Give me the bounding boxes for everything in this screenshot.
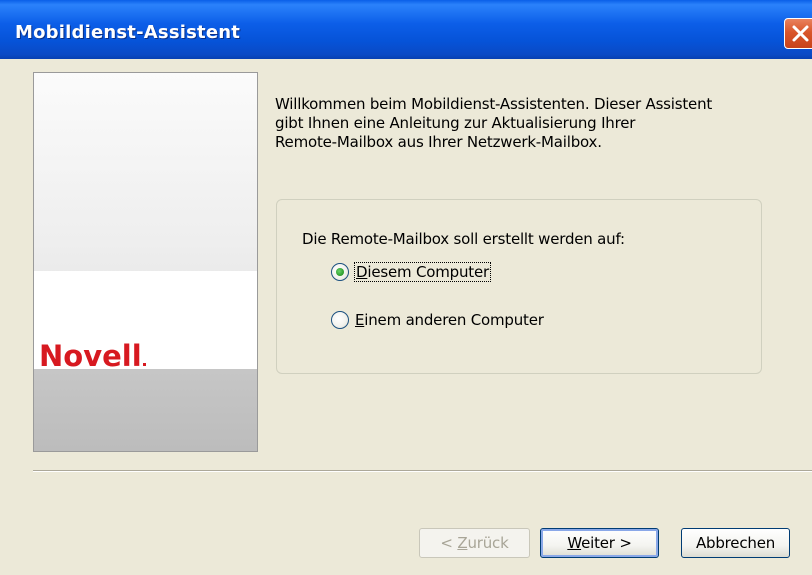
radio-button-checked[interactable]: [331, 263, 349, 281]
wizard-side-graphic: Novell: [33, 72, 258, 452]
title-bar[interactable]: Mobildienst-Assistent: [0, 0, 812, 59]
window-title: Mobildienst-Assistent: [15, 22, 241, 43]
radio-other-computer[interactable]: Einem anderen Computer: [331, 310, 544, 330]
intro-line: Willkommen beim Mobildienst-Assistenten.…: [275, 95, 713, 113]
close-x-icon: [792, 25, 809, 42]
group-label: Die Remote-Mailbox soll erstellt werden …: [302, 230, 625, 248]
radio-this-computer[interactable]: Diesem Computer: [331, 262, 491, 282]
button-separator: [33, 470, 812, 472]
novell-logo: Novell: [39, 339, 146, 373]
cancel-button[interactable]: Abbrechen: [681, 528, 790, 558]
radio-label-this-computer[interactable]: Diesem Computer: [354, 262, 491, 282]
wizard-dialog: Mobildienst-Assistent Novell Willkommen …: [0, 0, 812, 575]
close-button[interactable]: [784, 18, 812, 49]
intro-line: gibt Ihnen eine Anleitung zur Aktualisie…: [275, 114, 636, 132]
mailbox-location-group: Die Remote-Mailbox soll erstellt werden …: [276, 199, 762, 374]
radio-button-unchecked[interactable]: [331, 311, 349, 329]
back-button[interactable]: < Zurück: [419, 528, 530, 558]
intro-text: Willkommen beim Mobildienst-Assistenten.…: [275, 95, 775, 152]
next-button[interactable]: Weiter >: [540, 528, 659, 558]
side-graphic-footer: [34, 369, 257, 451]
intro-line: Remote-Mailbox aus Ihrer Netzwerk-Mailbo…: [275, 133, 602, 151]
radio-label-other-computer[interactable]: Einem anderen Computer: [355, 311, 544, 329]
